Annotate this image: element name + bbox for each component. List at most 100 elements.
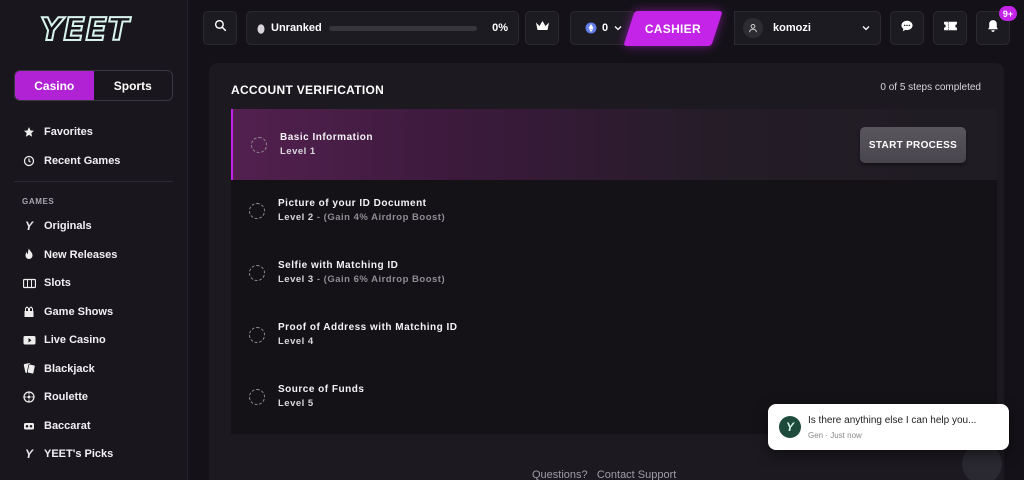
chevron-down-icon (614, 25, 622, 31)
chat-time: Just now (830, 431, 862, 440)
sidebar-item-label: Favorites (44, 126, 93, 139)
balance-value: 0 (602, 22, 609, 34)
step-status-circle (249, 327, 265, 343)
sidebar-item-label: Baccarat (44, 419, 91, 432)
chat-popup[interactable]: Y Is there anything else I can help you.… (768, 404, 1009, 450)
chat-bubble-icon (900, 19, 914, 38)
sidebar-item-live-casino[interactable]: Live Casino (0, 326, 188, 355)
steps-progress: 0 of 5 steps completed (880, 82, 981, 93)
yeet-picks-icon: Y (24, 447, 33, 462)
baccarat-icon (22, 419, 36, 433)
sidebar: YEET Casino Sports Favorites Recent Game… (0, 0, 188, 480)
step-title: Picture of your ID Document (278, 198, 427, 209)
chat-button[interactable] (890, 11, 924, 45)
search-icon (214, 19, 227, 37)
sidebar-item-slots[interactable]: Slots (0, 269, 188, 298)
chat-meta: Gen · Just now (808, 431, 862, 440)
step-level: Level 2 - (Gain 4% Airdrop Boost) (278, 212, 445, 223)
sidebar-item-yeets-picks[interactable]: Y YEET's Picks (0, 440, 188, 469)
step-level-text: Level 4 (278, 336, 314, 347)
vip-button[interactable] (525, 11, 559, 45)
nav-top: Favorites Recent Games (0, 118, 188, 175)
sidebar-item-label: Slots (44, 277, 71, 290)
steps-list: Basic Information Level 1 START PROCESS … (231, 109, 997, 434)
topbar: Unranked 0% 0 CASHIER komozi (188, 0, 1024, 56)
step-title: Selfie with Matching ID (278, 260, 399, 271)
sidebar-item-label: Live Casino (44, 334, 106, 347)
sidebar-item-blackjack[interactable]: Blackjack (0, 355, 188, 384)
step-title: Basic Information (280, 132, 373, 143)
step-selfie[interactable]: Selfie with Matching ID Level 3 - (Gain … (231, 242, 997, 304)
sidebar-item-label: Blackjack (44, 362, 95, 375)
step-boost: - (Gain 4% Airdrop Boost) (313, 212, 446, 223)
chat-message: Is there anything else I can help you... (808, 415, 977, 426)
cards-icon (22, 362, 36, 376)
slots-icon (22, 276, 36, 290)
chat-avatar: Y (779, 416, 801, 438)
bell-icon (987, 19, 999, 38)
roulette-icon (22, 390, 36, 404)
sidebar-item-baccarat[interactable]: Baccarat (0, 412, 188, 441)
step-title: Proof of Address with Matching ID (278, 322, 458, 333)
step-status-circle (249, 203, 265, 219)
cashier-label: CASHIER (644, 21, 702, 36)
chat-sender: Gen (808, 431, 824, 440)
rank-progress-bar (329, 26, 477, 31)
yeet-originals-icon: Y (24, 219, 33, 234)
toggle-casino[interactable]: Casino (15, 71, 94, 100)
yeet-logo[interactable]: YEET (39, 11, 130, 49)
sidebar-item-label: YEET's Picks (44, 448, 114, 461)
step-status-circle (249, 389, 265, 405)
rank-percent: 0% (492, 22, 508, 34)
support-question: Questions? (532, 469, 588, 480)
step-level: Level 4 (278, 336, 314, 347)
step-status-circle (249, 265, 265, 281)
rank-label: Unranked (271, 22, 322, 34)
step-status-circle (251, 137, 267, 153)
flame-icon (22, 248, 36, 262)
page-title: ACCOUNT VERIFICATION (231, 83, 385, 97)
chevron-down-icon (862, 25, 870, 31)
ethereum-icon (585, 22, 597, 34)
contact-support-link[interactable]: Contact Support (597, 469, 677, 480)
step-level-text: Level 1 (280, 146, 316, 157)
sidebar-item-game-shows[interactable]: Game Shows (0, 298, 188, 327)
step-level-text: Level 5 (278, 398, 314, 409)
history-icon (22, 154, 36, 168)
cashier-button[interactable]: CASHIER (623, 11, 723, 46)
rank-egg-icon (257, 23, 265, 34)
user-menu[interactable]: komozi (734, 11, 881, 45)
notifications-badge: 9+ (999, 6, 1017, 21)
avatar (743, 18, 763, 38)
support-line: Questions? Contact Support (532, 469, 676, 480)
sidebar-divider (14, 181, 173, 182)
sidebar-item-roulette[interactable]: Roulette (0, 383, 188, 412)
coupon-button[interactable] (933, 11, 967, 45)
start-process-button[interactable]: START PROCESS (860, 127, 966, 163)
step-level-text: Level 3 (278, 274, 314, 285)
toggle-sports[interactable]: Sports (94, 71, 173, 100)
sidebar-item-originals[interactable]: Y Originals (0, 212, 188, 241)
crown-icon (535, 19, 550, 37)
sidebar-item-recent-games[interactable]: Recent Games (0, 147, 188, 176)
ticket-icon (943, 19, 958, 37)
step-basic-information[interactable]: Basic Information Level 1 START PROCESS (231, 109, 997, 180)
step-level: Level 5 (278, 398, 314, 409)
sidebar-item-label: Recent Games (44, 154, 121, 167)
step-id-document[interactable]: Picture of your ID Document Level 2 - (G… (231, 180, 997, 242)
user-icon (748, 23, 758, 33)
step-title: Source of Funds (278, 384, 365, 395)
username: komozi (773, 22, 811, 34)
sidebar-item-new-releases[interactable]: New Releases (0, 241, 188, 270)
step-proof-of-address[interactable]: Proof of Address with Matching ID Level … (231, 304, 997, 366)
step-level-text: Level 2 (278, 212, 314, 223)
search-button[interactable] (203, 11, 237, 45)
rank-progress[interactable]: Unranked 0% (246, 11, 519, 45)
game-shows-icon (22, 305, 36, 319)
games-section-label: GAMES (22, 197, 55, 206)
step-level: Level 1 (280, 146, 316, 157)
sidebar-item-favorites[interactable]: Favorites (0, 118, 188, 147)
live-tv-icon (22, 333, 36, 347)
sidebar-item-label: Roulette (44, 391, 88, 404)
star-icon (22, 125, 36, 139)
